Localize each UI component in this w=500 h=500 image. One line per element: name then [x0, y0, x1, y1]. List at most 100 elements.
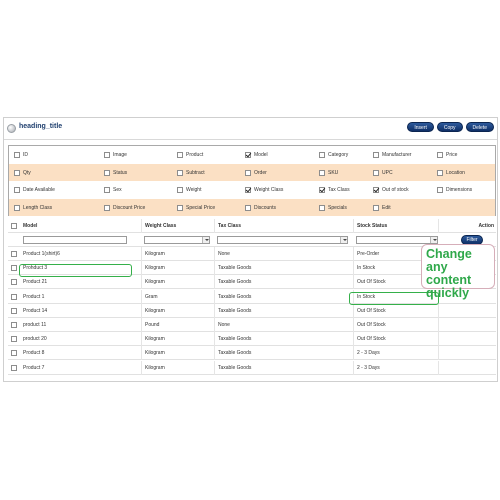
- cell-stock-status[interactable]: 2 - 3 Days: [353, 360, 437, 375]
- column-option-checkbox[interactable]: [14, 152, 20, 158]
- row-checkbox[interactable]: [11, 279, 17, 286]
- row-checkbox[interactable]: [11, 336, 17, 343]
- column-option-checkbox[interactable]: [319, 152, 325, 158]
- column-option[interactable]: Discounts: [245, 204, 276, 212]
- cell-weight-class[interactable]: Kilogram: [141, 247, 213, 261]
- cell-stock-status[interactable]: Out Of Stock: [353, 303, 437, 318]
- cell-stock-status[interactable]: Out Of Stock: [353, 332, 437, 347]
- row-checkbox[interactable]: [11, 350, 17, 357]
- column-option-checkbox[interactable]: [245, 169, 251, 176]
- cell-tax-class[interactable]: None: [214, 247, 352, 261]
- table-row[interactable]: product 11 Pound None Out Of Stock: [8, 318, 496, 332]
- column-option-checkbox[interactable]: [319, 204, 325, 211]
- column-option-checkbox[interactable]: [177, 152, 183, 158]
- column-option-checkbox[interactable]: [104, 169, 110, 176]
- column-option[interactable]: Date Available: [14, 186, 55, 194]
- model-filter-input[interactable]: [23, 236, 127, 244]
- column-option[interactable]: Manufacturer: [373, 151, 411, 159]
- row-checkbox[interactable]: [11, 265, 17, 272]
- column-option-checkbox[interactable]: [437, 152, 443, 158]
- column-option[interactable]: Special Price: [177, 204, 215, 212]
- column-option-checkbox[interactable]: [104, 187, 110, 193]
- table-row[interactable]: Product 8 Kilogram Taxable Goods 2 - 3 Days: [8, 346, 496, 361]
- column-option-checkbox[interactable]: [437, 187, 443, 193]
- header-model[interactable]: Model: [20, 219, 140, 233]
- cell-model[interactable]: Product 1(shirt)6: [20, 247, 140, 261]
- column-option[interactable]: Weight Class: [245, 186, 283, 194]
- column-option[interactable]: SKU: [319, 169, 338, 177]
- insert-button[interactable]: Insert: [407, 122, 434, 132]
- row-checkbox[interactable]: [11, 322, 17, 328]
- column-option-checkbox[interactable]: [14, 187, 20, 193]
- column-option-checkbox[interactable]: [177, 187, 183, 193]
- cell-weight-class[interactable]: Kilogram: [141, 332, 213, 347]
- column-option-checkbox[interactable]: [245, 152, 251, 158]
- cell-weight-class[interactable]: Kilogram: [141, 346, 213, 361]
- column-option[interactable]: Status: [104, 169, 127, 177]
- column-option-checkbox[interactable]: [14, 204, 20, 211]
- row-checkbox[interactable]: [11, 307, 17, 314]
- column-option-checkbox[interactable]: [319, 187, 325, 193]
- column-option-checkbox[interactable]: [373, 169, 379, 176]
- column-option-checkbox[interactable]: [177, 169, 183, 176]
- column-option[interactable]: Price: [437, 151, 457, 159]
- header-weight-class[interactable]: Weight Class: [141, 219, 213, 233]
- column-option[interactable]: Tax Class: [319, 186, 350, 194]
- cell-stock-status[interactable]: Out Of Stock: [353, 318, 437, 332]
- cell-weight-class[interactable]: Gram: [141, 289, 213, 304]
- stock-status-filter-select[interactable]: [356, 236, 438, 244]
- row-checkbox[interactable]: [11, 364, 17, 371]
- cell-tax-class[interactable]: None: [214, 318, 352, 332]
- column-option[interactable]: Edit: [373, 204, 391, 212]
- column-option[interactable]: Category: [319, 151, 348, 159]
- cell-model[interactable]: Product 14: [20, 304, 140, 318]
- delete-button[interactable]: Delete: [465, 122, 494, 132]
- cell-tax-class[interactable]: Taxable Goods: [214, 360, 352, 375]
- column-option[interactable]: ID: [14, 151, 28, 159]
- cell-tax-class[interactable]: Taxable Goods: [214, 261, 352, 276]
- row-checkbox[interactable]: [11, 293, 17, 300]
- cell-tax-class[interactable]: Taxable Goods: [214, 332, 352, 347]
- column-option-checkbox[interactable]: [319, 169, 325, 176]
- column-option[interactable]: Image: [104, 151, 127, 159]
- cell-model[interactable]: product 20: [20, 332, 140, 346]
- column-option[interactable]: Out of stock: [373, 186, 409, 194]
- cell-tax-class[interactable]: Taxable Goods: [214, 275, 352, 290]
- cell-tax-class[interactable]: Taxable Goods: [214, 346, 352, 361]
- tax-class-filter-select[interactable]: [217, 236, 348, 244]
- column-option[interactable]: Qty: [14, 169, 31, 177]
- column-option[interactable]: Discount Price: [104, 204, 145, 212]
- cell-model[interactable]: product 11: [20, 318, 140, 332]
- cell-model[interactable]: Product 8: [20, 346, 140, 360]
- cell-weight-class[interactable]: Kilogram: [141, 275, 213, 290]
- column-option-checkbox[interactable]: [104, 204, 110, 211]
- column-option-checkbox[interactable]: [14, 169, 20, 176]
- cell-weight-class[interactable]: Kilogram: [141, 360, 213, 375]
- column-option[interactable]: Subtract: [177, 169, 205, 177]
- column-option[interactable]: Product: [177, 151, 203, 159]
- cell-weight-class[interactable]: Kilogram: [141, 303, 213, 318]
- column-option-checkbox[interactable]: [177, 204, 183, 211]
- column-option[interactable]: Order: [245, 169, 267, 177]
- header-stock-status[interactable]: Stock Status: [353, 219, 437, 233]
- column-option-checkbox[interactable]: [373, 187, 379, 193]
- column-option[interactable]: Location: [437, 169, 465, 177]
- row-checkbox[interactable]: [11, 251, 17, 257]
- column-option[interactable]: Model: [245, 151, 268, 159]
- table-row[interactable]: Product 14 Kilogram Taxable Goods Out Of St…: [8, 303, 496, 318]
- select-all-checkbox[interactable]: [11, 223, 17, 229]
- weight-class-filter-select[interactable]: [144, 236, 210, 244]
- header-tax-class[interactable]: Tax Class: [214, 219, 352, 233]
- copy-button[interactable]: Copy: [436, 122, 463, 132]
- cell-stock-status[interactable]: 2 - 3 Days: [353, 346, 437, 361]
- cell-model[interactable]: Product 7: [20, 361, 140, 375]
- column-option-checkbox[interactable]: [373, 204, 379, 211]
- table-row[interactable]: Product 7 Kilogram Taxable Goods 2 - 3 Days: [8, 360, 496, 375]
- column-option-checkbox[interactable]: [245, 187, 251, 193]
- column-option-checkbox[interactable]: [437, 169, 443, 176]
- cell-tax-class[interactable]: Taxable Goods: [214, 289, 352, 304]
- column-option[interactable]: Weight: [177, 186, 201, 194]
- table-row[interactable]: product 20 Kilogram Taxable Goods Out Of St…: [8, 332, 496, 347]
- column-option[interactable]: Sex: [104, 186, 122, 194]
- cell-model[interactable]: Product 1: [20, 290, 140, 304]
